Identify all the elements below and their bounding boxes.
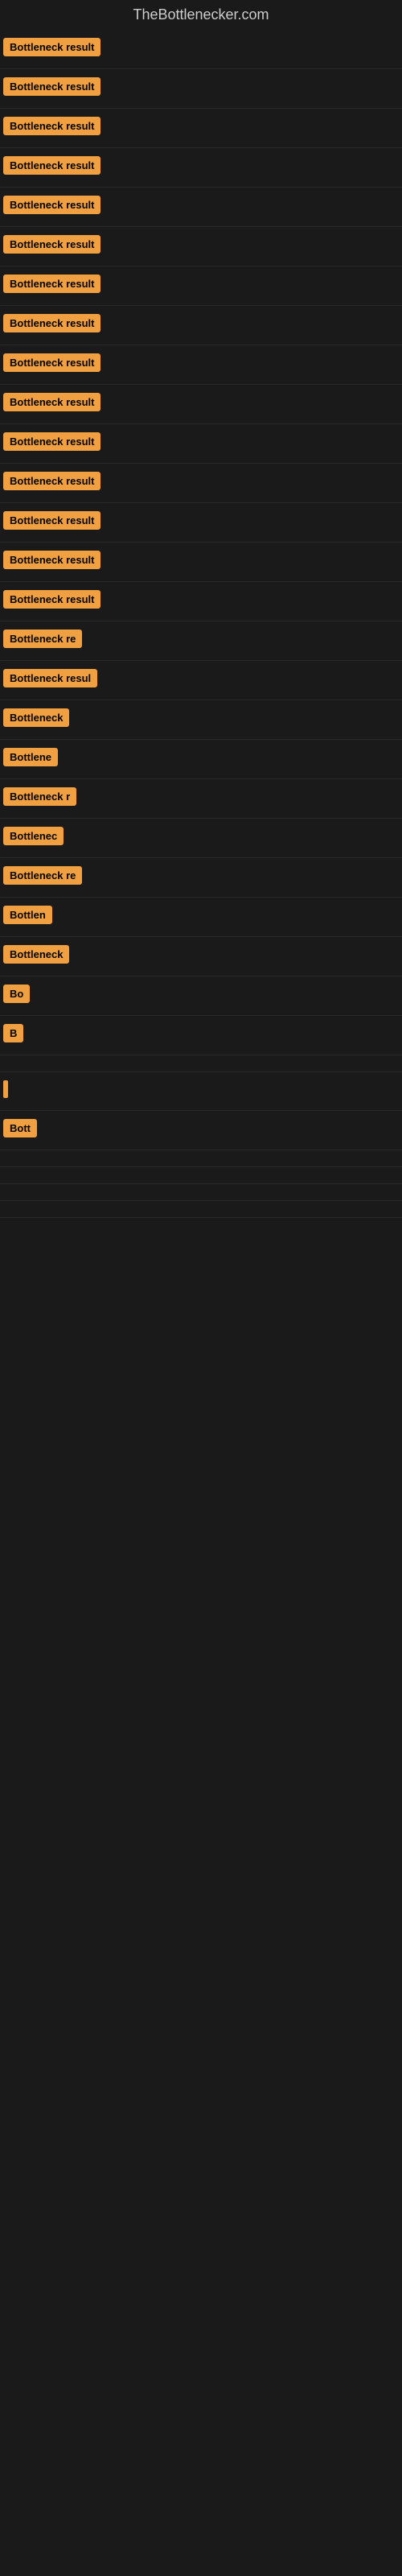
- list-item: Bottleneck re: [0, 858, 402, 898]
- list-item: Bott: [0, 1111, 402, 1150]
- bottleneck-result-badge[interactable]: Bottlen: [3, 906, 52, 924]
- list-item: Bottleneck re: [0, 621, 402, 661]
- list-item: Bottleneck result: [0, 385, 402, 424]
- bottleneck-result-badge[interactable]: Bottleneck resul: [3, 669, 97, 687]
- list-item: Bo: [0, 976, 402, 1016]
- bottleneck-result-badge[interactable]: Bottleneck result: [3, 156, 100, 175]
- list-item: Bottleneck result: [0, 503, 402, 543]
- bottleneck-result-badge[interactable]: Bottleneck re: [3, 866, 82, 885]
- list-item: Bottleneck result: [0, 30, 402, 69]
- list-item: Bottleneck result: [0, 543, 402, 582]
- bottleneck-result-badge[interactable]: Bott: [3, 1119, 37, 1137]
- bottleneck-result-badge[interactable]: Bottlene: [3, 748, 58, 766]
- bottleneck-result-badge[interactable]: Bottleneck result: [3, 196, 100, 214]
- bottleneck-result-badge[interactable]: Bottleneck: [3, 945, 69, 964]
- list-item: Bottleneck result: [0, 345, 402, 385]
- list-item: Bottleneck result: [0, 188, 402, 227]
- bottleneck-result-badge[interactable]: Bottleneck result: [3, 393, 100, 411]
- bottleneck-result-badge[interactable]: Bo: [3, 985, 30, 1003]
- bottleneck-result-badge[interactable]: B: [3, 1024, 23, 1042]
- bottleneck-result-badge[interactable]: Bottleneck result: [3, 551, 100, 569]
- bottleneck-result-badge[interactable]: Bottleneck result: [3, 117, 100, 135]
- list-item: [0, 1184, 402, 1201]
- rows-container: Bottleneck result Bottleneck result Bottle…: [0, 30, 402, 1218]
- list-item: [0, 1201, 402, 1218]
- bottleneck-result-badge[interactable]: Bottleneck result: [3, 590, 100, 609]
- list-item: Bottleneck result: [0, 227, 402, 266]
- bottleneck-result-badge[interactable]: Bottleneck result: [3, 77, 100, 96]
- list-item: Bottleneck r: [0, 779, 402, 819]
- bottleneck-result-badge[interactable]: Bottleneck result: [3, 511, 100, 530]
- bottleneck-result-badge[interactable]: Bottleneck result: [3, 353, 100, 372]
- list-item: Bottleneck: [0, 937, 402, 976]
- list-item: B: [0, 1016, 402, 1055]
- list-item: [0, 1055, 402, 1072]
- bottleneck-result-badge[interactable]: Bottleneck result: [3, 235, 100, 254]
- list-item: Bottleneck result: [0, 148, 402, 188]
- bottleneck-result-badge[interactable]: Bottleneck result: [3, 314, 100, 332]
- bottleneck-result-badge[interactable]: Bottleneck re: [3, 630, 82, 648]
- list-item: [0, 1072, 402, 1111]
- list-item: [0, 1167, 402, 1184]
- list-item: Bottlene: [0, 740, 402, 779]
- list-item: Bottleneck result: [0, 69, 402, 109]
- list-item: Bottleneck result: [0, 424, 402, 464]
- site-title-bar: TheBottlenecker.com: [0, 0, 402, 30]
- bottleneck-result-badge[interactable]: Bottleneck r: [3, 787, 76, 806]
- list-item: Bottleneck resul: [0, 661, 402, 700]
- site-title: TheBottlenecker.com: [0, 0, 402, 30]
- list-item: Bottleneck result: [0, 306, 402, 345]
- bottleneck-result-badge[interactable]: Bottlenec: [3, 827, 64, 845]
- bottleneck-result-badge[interactable]: Bottleneck result: [3, 275, 100, 293]
- list-item: Bottleneck result: [0, 464, 402, 503]
- bottleneck-result-badge[interactable]: Bottleneck: [3, 708, 69, 727]
- list-item: [0, 1150, 402, 1167]
- list-item: Bottleneck result: [0, 582, 402, 621]
- bottleneck-result-badge[interactable]: Bottleneck result: [3, 472, 100, 490]
- bottleneck-result-badge[interactable]: Bottleneck result: [3, 38, 100, 56]
- list-item: Bottleneck result: [0, 109, 402, 148]
- list-item: Bottlenec: [0, 819, 402, 858]
- list-item: Bottlen: [0, 898, 402, 937]
- bottleneck-result-badge: [3, 1080, 8, 1098]
- list-item: Bottleneck result: [0, 266, 402, 306]
- bottleneck-result-badge[interactable]: Bottleneck result: [3, 432, 100, 451]
- list-item: Bottleneck: [0, 700, 402, 740]
